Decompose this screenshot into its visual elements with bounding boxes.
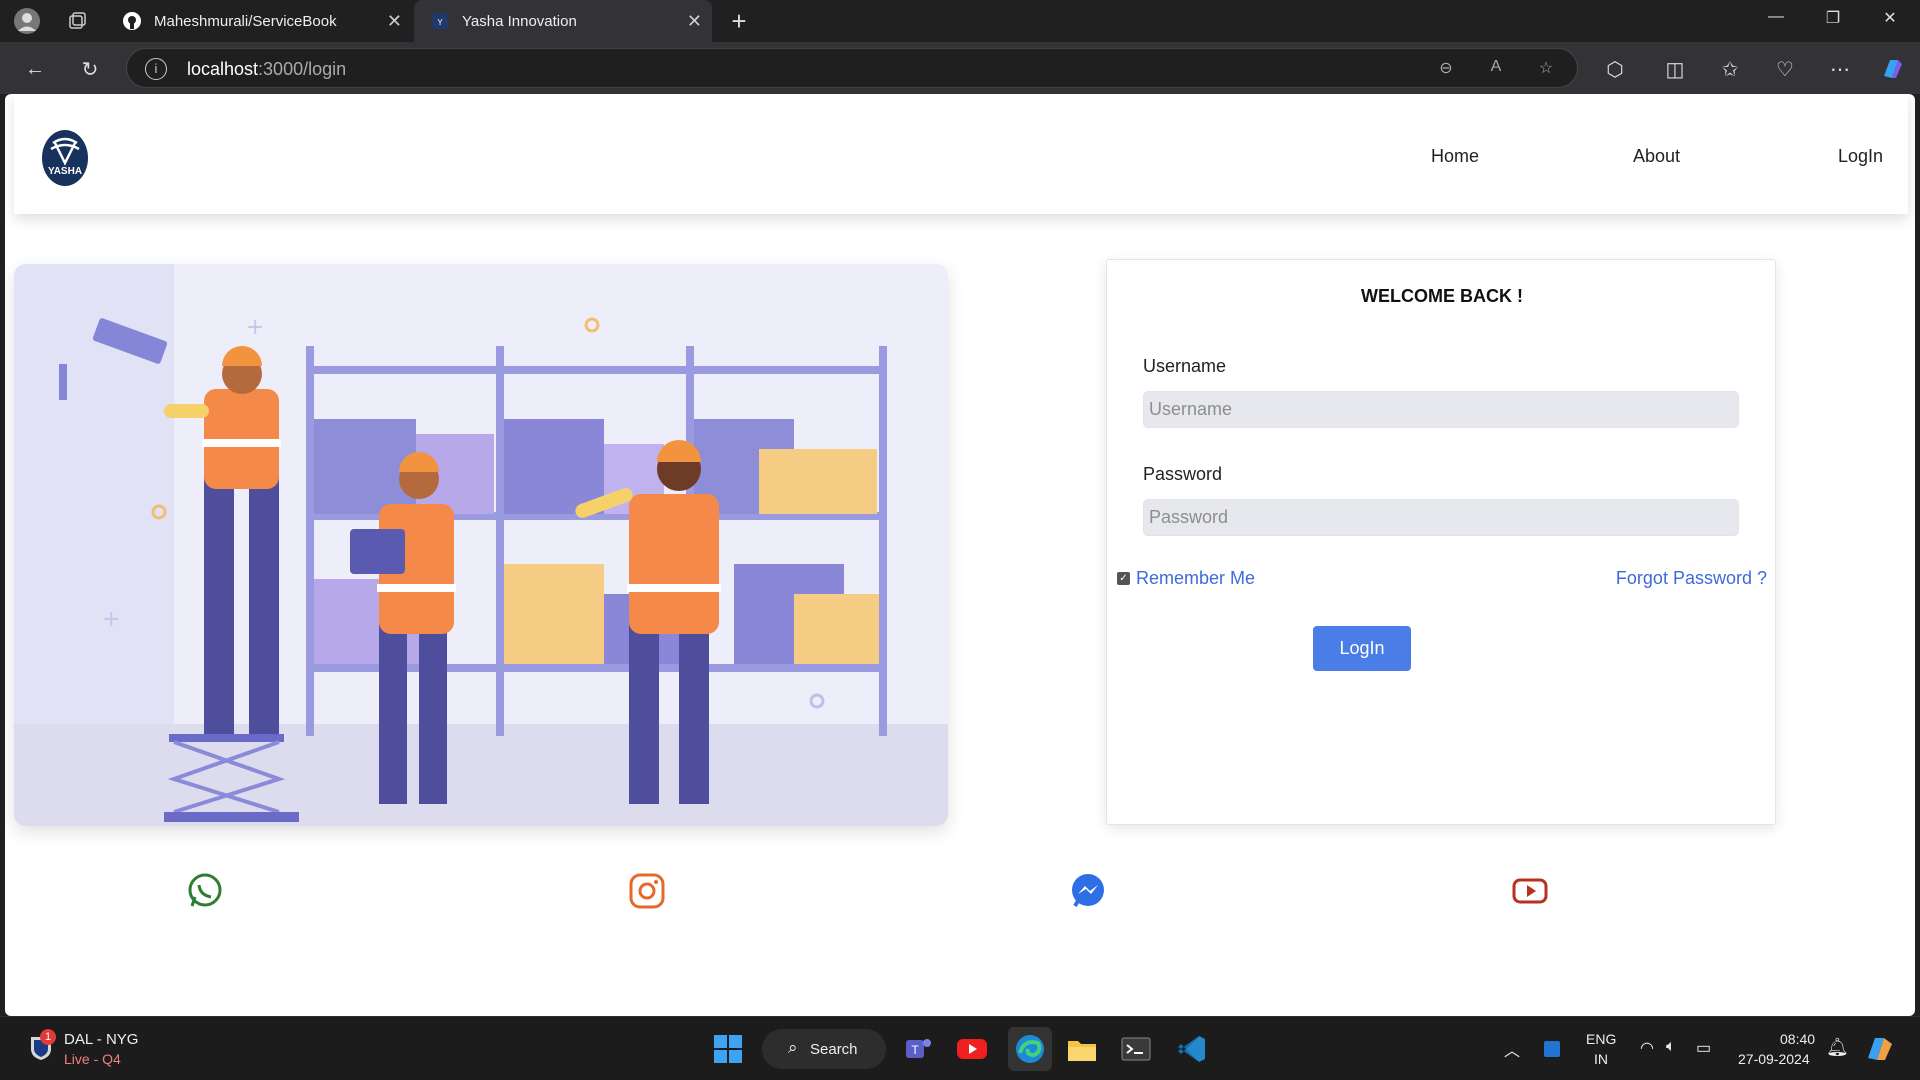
url-text[interactable]: localhost:3000/login — [187, 59, 346, 80]
tray-overflow-icon[interactable]: ︿ — [1504, 1037, 1520, 1061]
minimize-icon[interactable]: — — [1756, 8, 1796, 26]
copilot-taskbar-icon[interactable] — [1862, 1031, 1898, 1067]
search-label: Search — [810, 1040, 858, 1058]
yasha-icon: Y — [430, 11, 450, 31]
split-screen-icon[interactable]: ◫ — [1660, 54, 1690, 84]
close-tab-icon[interactable]: ✕ — [387, 11, 402, 32]
teams-icon[interactable]: T — [900, 1031, 936, 1067]
browser-essentials-icon[interactable]: ♡ — [1770, 54, 1800, 84]
search-icon: ⌕ — [788, 1038, 798, 1057]
nav-home[interactable]: Home — [1431, 146, 1479, 167]
username-label: Username — [1143, 356, 1227, 376]
password-input[interactable] — [1143, 499, 1739, 536]
favorites-icon[interactable]: ✩ — [1715, 54, 1745, 84]
back-icon[interactable]: ← — [20, 54, 50, 84]
tab-yasha[interactable]: Y Yasha Innovation ✕ — [414, 0, 712, 42]
start-icon[interactable] — [710, 1031, 746, 1067]
svg-text:Y: Y — [437, 18, 443, 27]
windows-taskbar: 1 DAL - NYG Live - Q4 ⌕ Search T ︿ ENG I… — [0, 1016, 1920, 1080]
refresh-icon[interactable]: ↻ — [75, 54, 105, 84]
logo-text: YASHA — [48, 166, 82, 177]
language-top[interactable]: ENG — [1586, 1031, 1616, 1047]
instagram-icon[interactable] — [628, 872, 666, 910]
widget-title[interactable]: DAL - NYG — [64, 1031, 138, 1048]
workspaces-icon[interactable] — [62, 6, 92, 36]
tray-app-icon[interactable] — [1544, 1041, 1560, 1057]
favorite-star-icon[interactable]: ☆ — [1535, 58, 1557, 80]
profile-avatar-icon[interactable] — [12, 6, 42, 36]
nfl-widget-icon[interactable]: 1 — [28, 1029, 56, 1061]
page-viewport: YASHA Home About LogIn + + WELCOME BACK … — [5, 94, 1915, 1016]
nav-login[interactable]: LogIn — [1838, 146, 1883, 167]
forgot-password-link[interactable]: Forgot Password ? — [1616, 568, 1767, 589]
wifi-icon[interactable]: ◠ — [1640, 1038, 1654, 1058]
copilot-icon[interactable] — [1878, 54, 1908, 84]
github-icon — [122, 11, 142, 31]
remember-checkbox[interactable]: ✓ — [1117, 572, 1130, 585]
clock-time[interactable]: 08:40 — [1780, 1031, 1815, 1047]
volume-icon[interactable]: 🔈︎ — [1666, 1038, 1676, 1056]
youtube-app-icon[interactable] — [954, 1031, 990, 1067]
file-explorer-icon[interactable] — [1064, 1031, 1100, 1067]
widget-subtitle[interactable]: Live - Q4 — [64, 1051, 121, 1067]
whatsapp-icon[interactable] — [186, 872, 224, 910]
address-bar[interactable]: i localhost:3000/login ⊖ A ☆ — [126, 48, 1578, 88]
browser-toolbar: ← ↻ i localhost:3000/login ⊖ A ☆ ⬡ ◫ ✩ ♡… — [0, 42, 1920, 94]
youtube-icon[interactable] — [1511, 872, 1549, 910]
notification-bell-icon[interactable]: 🔔︎ — [1826, 1037, 1849, 1058]
vscode-icon[interactable] — [1174, 1031, 1210, 1067]
new-tab-button[interactable]: + — [724, 6, 754, 36]
extensions-icon[interactable]: ⬡ — [1600, 54, 1630, 84]
more-menu-icon[interactable]: ⋯ — [1825, 54, 1855, 84]
password-label: Password — [1143, 464, 1223, 484]
svg-text:T: T — [911, 1043, 919, 1057]
login-card: WELCOME BACK ! Username Password ✓ Remem… — [1106, 259, 1776, 825]
username-input[interactable] — [1143, 391, 1739, 428]
remember-label[interactable]: Remember Me — [1136, 568, 1255, 589]
yasha-logo[interactable]: YASHA — [41, 129, 89, 187]
taskbar-search[interactable]: ⌕ Search — [762, 1029, 886, 1069]
clock-date[interactable]: 27-09-2024 — [1738, 1051, 1810, 1067]
terminal-icon[interactable] — [1118, 1031, 1154, 1067]
site-info-icon[interactable]: i — [145, 58, 167, 80]
login-button[interactable]: LogIn — [1313, 626, 1411, 671]
tab-github[interactable]: Maheshmurali/ServiceBook ✕ — [106, 0, 412, 42]
read-aloud-icon[interactable]: A — [1485, 58, 1507, 80]
widget-badge: 1 — [40, 1029, 56, 1045]
svg-text:+: + — [246, 315, 264, 340]
site-navbar: YASHA Home About LogIn — [14, 94, 1908, 214]
remember-me[interactable]: ✓ Remember Me — [1117, 568, 1255, 589]
nav-about[interactable]: About — [1633, 146, 1680, 167]
close-window-icon[interactable]: ✕ — [1870, 8, 1910, 28]
messenger-icon[interactable] — [1069, 872, 1107, 910]
login-heading: WELCOME BACK ! — [1361, 286, 1523, 306]
language-bottom[interactable]: IN — [1594, 1051, 1608, 1067]
tab-title: Maheshmurali/ServiceBook — [154, 12, 337, 30]
zoom-icon[interactable]: ⊖ — [1435, 58, 1457, 80]
close-tab-icon[interactable]: ✕ — [687, 11, 702, 32]
restore-icon[interactable]: ❐ — [1813, 8, 1853, 28]
edge-icon[interactable] — [1008, 1027, 1052, 1071]
browser-tab-strip: Maheshmurali/ServiceBook ✕ Y Yasha Innov… — [0, 0, 1920, 42]
battery-icon[interactable]: ▭ — [1696, 1038, 1711, 1058]
svg-text:+: + — [102, 607, 120, 632]
hero-illustration: + + — [14, 264, 948, 826]
tab-title: Yasha Innovation — [462, 12, 577, 30]
